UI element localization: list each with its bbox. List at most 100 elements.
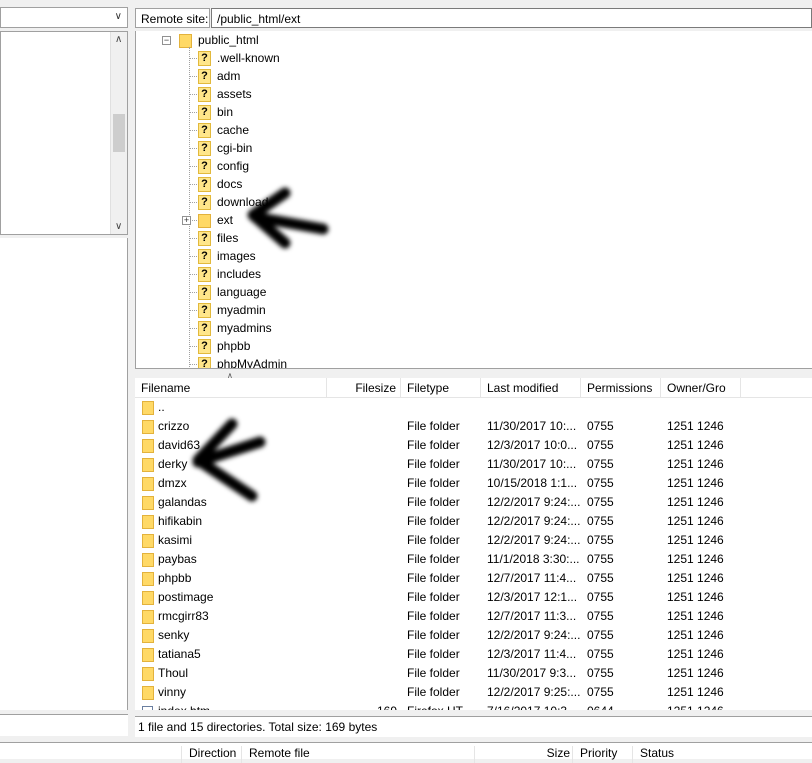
tree-node-myadmins[interactable]: ? myadmins — [198, 319, 272, 337]
tree-node--well-known[interactable]: ? .well-known — [198, 49, 280, 67]
scroll-down-icon[interactable]: ∨ — [115, 221, 122, 232]
cell-filename: index.htm — [158, 702, 210, 710]
tree-node-phpmyadmin[interactable]: ? phpMyAdmin — [198, 355, 288, 369]
folder-row[interactable]: phpbb File folder 12/7/2017 11:4... 0755 125… — [135, 569, 812, 588]
question-folder-icon: ? — [198, 249, 211, 265]
folder-row[interactable]: hifikabin File folder 12/2/2017 9:24:... 07… — [135, 512, 812, 531]
cell-filetype: File folder — [407, 476, 460, 490]
cell-filetype: File folder — [407, 571, 460, 585]
folder-icon — [142, 686, 154, 700]
local-file-list[interactable] — [0, 238, 128, 710]
folder-row[interactable]: vinny File folder 12/2/2017 9:25:... 0755 12… — [135, 683, 812, 702]
tree-guide-line — [189, 310, 197, 311]
tree-node-cgi-bin[interactable]: ? cgi-bin — [198, 139, 252, 157]
cell-last-modified: 12/7/2017 11:3... — [487, 609, 577, 623]
cell-last-modified: 10/15/2018 1:1... — [487, 476, 578, 490]
tree-guide-line — [189, 76, 197, 77]
cell-permissions: 0755 — [587, 590, 614, 604]
folder-row[interactable]: rmcgirr83 File folder 12/7/2017 11:3... 075… — [135, 607, 812, 626]
cell-filename: Thoul — [158, 666, 189, 680]
queue-column-direction[interactable]: Direction — [181, 746, 236, 763]
tree-node-label: phpMyAdmin — [217, 357, 288, 369]
cell-last-modified: 11/30/2017 10:... — [487, 419, 577, 433]
question-folder-icon: ? — [198, 267, 211, 283]
column-last-modified[interactable]: Last modified — [481, 378, 581, 398]
cell-owner-group: 1251 1246 — [667, 685, 724, 699]
cell-permissions: 0755 — [587, 647, 614, 661]
html-file-icon — [142, 706, 153, 710]
cell-filetype: File folder — [407, 590, 460, 604]
question-folder-icon: ? — [198, 159, 211, 175]
cell-filename: senky — [158, 628, 190, 642]
cell-owner-group: 1251 1246 — [667, 702, 724, 710]
folder-row[interactable]: postimage File folder 12/3/2017 12:1... 075… — [135, 588, 812, 607]
folder-row[interactable]: Thoul File folder 11/30/2017 9:3... 0755 125… — [135, 664, 812, 683]
tree-node-public-html[interactable]: public_html — [179, 31, 259, 49]
folder-row[interactable]: paybas File folder 11/1/2018 3:30:... 0755 1… — [135, 550, 812, 569]
folder-row[interactable]: senky File folder 12/2/2017 9:24:... 0755 12… — [135, 626, 812, 645]
tree-node-label: includes — [217, 267, 262, 281]
cell-permissions: 0755 — [587, 514, 614, 528]
local-tree-scrollbar[interactable]: ∧ ∨ — [110, 32, 127, 234]
cell-filetype: File folder — [407, 495, 460, 509]
tree-node-files[interactable]: ? files — [198, 229, 238, 247]
question-folder-icon: ? — [198, 141, 211, 157]
tree-node-assets[interactable]: ? assets — [198, 85, 252, 103]
cell-owner-group: 1251 1246 — [667, 495, 724, 509]
tree-node-ext[interactable]: ext — [198, 211, 233, 229]
queue-column-remote-file[interactable]: Remote file — [241, 746, 474, 763]
expand-toggle-icon[interactable]: + — [182, 216, 191, 225]
cell-last-modified: 11/1/2018 3:30:... — [487, 552, 580, 566]
hand-drawn-arrow — [247, 187, 329, 249]
scroll-up-icon[interactable]: ∧ — [115, 34, 122, 45]
remote-path-input[interactable]: /public_html/ext — [211, 8, 812, 28]
question-folder-icon: ? — [198, 339, 211, 355]
tree-node-label: cache — [217, 123, 250, 137]
folder-icon — [142, 477, 154, 491]
local-tree-pane[interactable]: ∧ ∨ — [0, 31, 128, 235]
cell-filename: tatiana5 — [158, 647, 201, 661]
column-filesize[interactable]: Filesize — [327, 378, 401, 398]
folder-row[interactable]: tatiana5 File folder 12/3/2017 11:4... 0755… — [135, 645, 812, 664]
tree-node-config[interactable]: ? config — [198, 157, 249, 175]
file-row[interactable]: index.htm 169 Firefox HT... 7/16/2017 10:3.… — [135, 702, 812, 710]
tree-node-language[interactable]: ? language — [198, 283, 266, 301]
cell-permissions: 0755 — [587, 628, 614, 642]
scroll-thumb[interactable] — [113, 114, 125, 152]
queue-column-status[interactable]: Status — [632, 746, 674, 763]
tree-guide-line — [189, 112, 197, 113]
cell-owner-group: 1251 1246 — [667, 647, 724, 661]
tree-node-bin[interactable]: ? bin — [198, 103, 233, 121]
cell-owner-group: 1251 1246 — [667, 438, 724, 452]
column-permissions[interactable]: Permissions — [581, 378, 661, 398]
tree-node-cache[interactable]: ? cache — [198, 121, 249, 139]
collapse-toggle-icon[interactable]: − — [162, 36, 171, 45]
cell-last-modified: 12/7/2017 11:4... — [487, 571, 577, 585]
queue-column-priority[interactable]: Priority — [572, 746, 617, 763]
tree-node-label: assets — [217, 87, 252, 101]
question-folder-icon: ? — [198, 321, 211, 337]
tree-guide-line — [189, 292, 197, 293]
tree-node-includes[interactable]: ? includes — [198, 265, 261, 283]
folder-icon — [142, 572, 154, 586]
cell-owner-group: 1251 1246 — [667, 457, 724, 471]
column-filetype[interactable]: Filetype — [401, 378, 481, 398]
tree-node-myadmin[interactable]: ? myadmin — [198, 301, 266, 319]
tree-node-label: myadmin — [217, 303, 266, 317]
column-filename[interactable]: Filename — [135, 378, 327, 398]
cell-filetype: File folder — [407, 647, 460, 661]
tree-node-adm[interactable]: ? adm — [198, 67, 240, 85]
tree-node-phpbb[interactable]: ? phpbb — [198, 337, 250, 355]
local-site-combo[interactable]: ∨ — [0, 7, 128, 28]
chevron-down-icon[interactable]: ∨ — [115, 11, 122, 22]
tree-guide-line — [189, 256, 197, 257]
queue-column-size[interactable]: Size — [474, 746, 574, 763]
folder-icon — [142, 610, 154, 624]
cell-filename: rmcgirr83 — [158, 609, 209, 623]
cell-permissions: 0755 — [587, 438, 614, 452]
folder-icon — [142, 401, 154, 415]
column-owner-group[interactable]: Owner/Gro — [661, 378, 741, 398]
cell-filename: postimage — [158, 590, 214, 604]
folder-row[interactable]: kasimi File folder 12/2/2017 9:24:... 0755 1… — [135, 531, 812, 550]
question-folder-icon: ? — [198, 195, 211, 211]
